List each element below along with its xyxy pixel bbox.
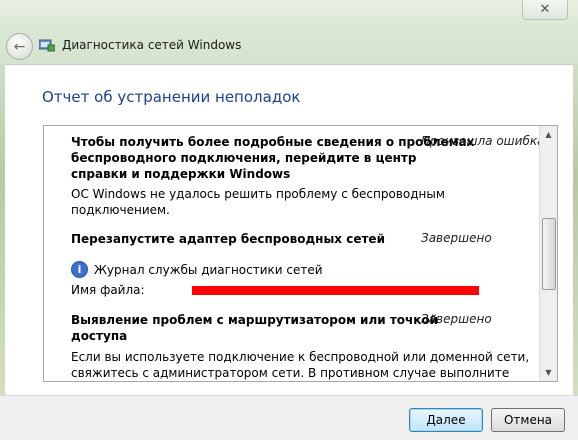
close-button[interactable]: ✕: [522, 0, 568, 20]
next-button[interactable]: Далее: [409, 408, 483, 432]
arrow-left-icon: ←: [13, 38, 26, 55]
scroll-up-icon[interactable]: ▲: [540, 126, 557, 143]
dialog-footer: Далее Отмена: [0, 395, 578, 440]
main-content: Отчет об устранении неполадок Чтобы полу…: [5, 64, 573, 396]
cancel-button[interactable]: Отмена: [491, 408, 565, 432]
window-title: Диагностика сетей Windows: [62, 38, 242, 52]
report-item-detail: ОС Windows не удалось решить проблему с …: [71, 187, 445, 217]
back-button[interactable]: ←: [6, 33, 33, 60]
status-done: Завершено: [421, 231, 492, 245]
redacted-filename: [192, 286, 479, 295]
status-error: Произошла ошибка: [421, 134, 545, 148]
vertical-scrollbar[interactable]: ▲ ▼: [539, 126, 557, 381]
status-done: Завершено: [421, 312, 492, 326]
network-diagnostics-icon: [39, 39, 55, 52]
diagnostics-log-link[interactable]: i Журнал службы диагностики сетей: [71, 261, 323, 278]
scroll-down-icon[interactable]: ▼: [540, 364, 557, 381]
scroll-thumb[interactable]: [542, 218, 556, 290]
report-item-detail: Если вы используете подключение к беспро…: [71, 350, 530, 380]
page-title: Отчет об устранении неполадок: [42, 88, 301, 106]
close-icon: ✕: [539, 2, 551, 17]
info-icon: i: [71, 261, 88, 278]
report-panel: Чтобы получить более подробные сведения …: [43, 125, 558, 382]
diagnostics-window: ✕ ← Диагностика сетей Windows Отчет об у…: [0, 0, 578, 440]
title-bar: ✕ ← Диагностика сетей Windows: [0, 0, 578, 64]
